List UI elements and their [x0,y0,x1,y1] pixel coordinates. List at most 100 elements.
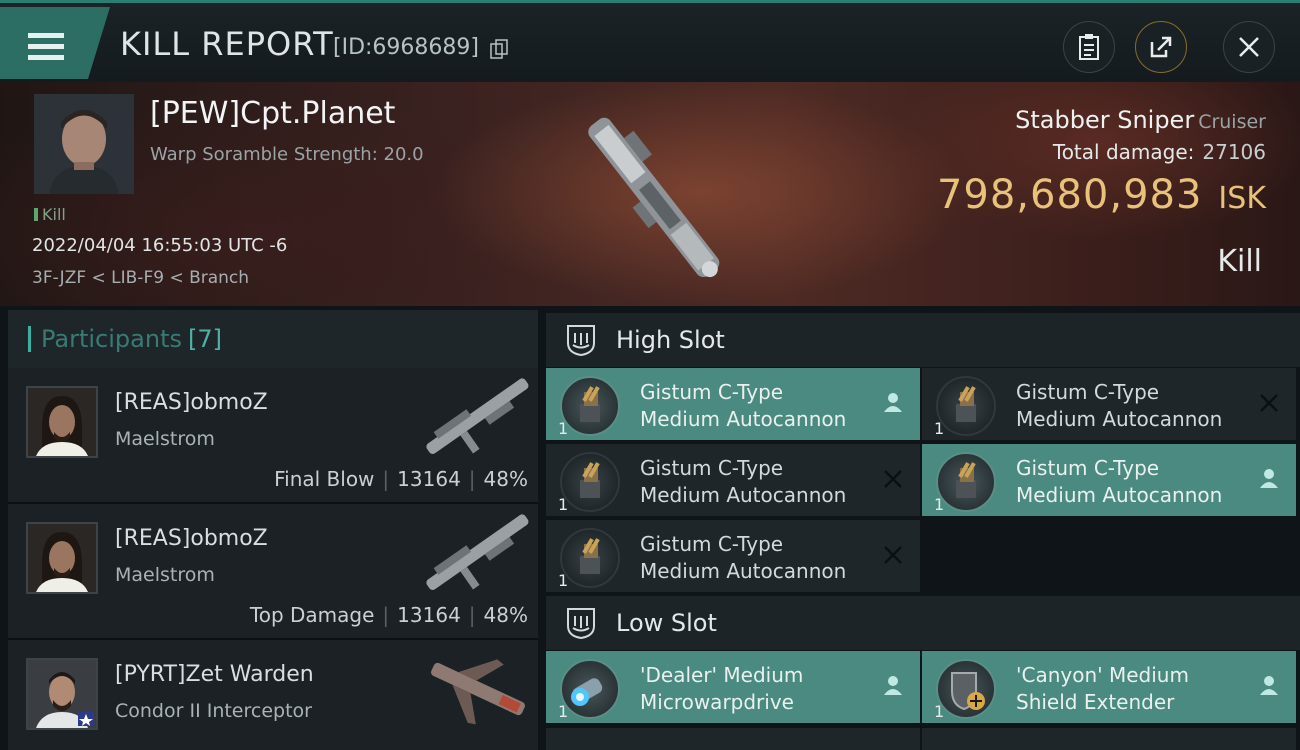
participant-row[interactable]: [REAS]obmoZ Maelstrom Top Damage | 13164 | 4… [8,504,538,640]
result-label: Kill [1217,244,1262,279]
report-id: [ID:6968689] [333,35,479,60]
avatar[interactable] [26,522,98,594]
participants-count: [7] [187,325,222,353]
module-quantity: 1 [934,419,945,438]
menu-button[interactable] [0,7,110,79]
module-quantity: 1 [558,702,569,721]
module-name: Gistum C-Type [1016,380,1160,404]
module-icon [936,659,996,719]
victim-subtitle: Warp Soramble Strength: 20.0 [150,144,424,165]
page-title: KILL REPORT [120,25,334,63]
module-icon [560,376,620,436]
copy-icon[interactable] [490,39,508,59]
participant-stats: Top Damage | 13164 | 48% [249,603,528,627]
module-name: Gistum C-Type [640,456,784,480]
participant-role: Final Blow [274,467,375,491]
participant-ship: Condor II Interceptor [115,700,312,722]
participant-percent: 48% [483,467,528,491]
kill-datetime: 2022/04/04 16:55:03 UTC -6 [32,235,288,256]
module-type: Microwarpdrive [640,690,794,714]
high-slot-header: High Slot [546,313,1300,367]
module-tile[interactable]: 1 Gistum C-Type Medium Autocannon [546,444,920,516]
module-tile[interactable]: 1 Gistum C-Type Medium Autocannon [546,520,920,592]
module-type: Medium Autocannon [1016,407,1223,431]
module-tile[interactable]: 1 'Dealer' Medium Microwarpdrive [546,651,920,723]
avatar[interactable] [26,386,98,458]
module-icon [560,659,620,719]
module-name: 'Dealer' Medium [640,663,804,687]
module-name: Gistum C-Type [640,380,784,404]
hamburger-icon[interactable] [28,33,64,61]
x-icon [884,546,902,564]
share-icon [1150,36,1172,58]
module-icon [560,452,620,512]
victim-name[interactable]: [PEW]Cpt.Planet [150,96,395,131]
module-quantity: 1 [934,702,945,721]
participant-name[interactable]: [REAS]obmoZ [115,526,268,551]
module-quantity: 1 [934,495,945,514]
participant-percent: 48% [483,603,528,627]
module-tile[interactable]: 1 Gistum C-Type Medium Autocannon [922,368,1296,440]
victim-ship[interactable]: Stabber Sniper Cruiser [1015,106,1266,134]
module-quantity: 1 [558,419,569,438]
participant-name[interactable]: [PYRT]Zet Warden [115,662,314,687]
person-icon [1260,676,1278,695]
participant-row[interactable]: [REAS]obmoZ Maelstrom Final Blow | 13164 | 4… [8,368,538,504]
participants-panel: Participants [7] [REAS]obmoZ Maelstrom Fi… [8,310,538,750]
victim-ship-class: Cruiser [1198,111,1266,133]
participant-ship: Maelstrom [115,428,215,450]
shield-slot-icon [567,608,595,640]
participant-ship-image [426,514,529,590]
module-icon [936,376,996,436]
victim-banner: [PEW]Cpt.Planet Warp Soramble Strength: … [0,82,1300,306]
participant-ship: Maelstrom [115,564,215,586]
victim-ship-image [588,117,720,278]
x-icon [884,470,902,488]
module-tile-partial[interactable] [922,728,1296,750]
person-icon [1260,469,1278,488]
kill-tag: Kill [34,205,66,224]
module-tile[interactable]: 1 Gistum C-Type Medium Autocannon [922,444,1296,516]
participant-name[interactable]: [REAS]obmoZ [115,390,268,415]
shield-slot-icon [567,325,595,357]
victim-ship-name: Stabber Sniper [1015,106,1195,134]
module-type: Medium Autocannon [640,407,847,431]
kill-location[interactable]: 3F-JZF < LIB-F9 < Branch [32,268,249,288]
module-name: Gistum C-Type [640,532,784,556]
participant-ship-image [426,378,529,454]
person-icon [884,676,902,695]
isk-unit: ISK [1218,181,1266,216]
module-type: Shield Extender [1016,690,1175,714]
module-tile[interactable]: 1 'Canyon' Medium Shield Extender [922,651,1296,723]
module-tile[interactable]: 1 Gistum C-Type Medium Autocannon [546,368,920,440]
participant-ship-image [431,659,525,725]
total-damage-value: 27106 [1202,140,1266,164]
low-slot-title: Low Slot [616,609,717,637]
clipboard-icon [1079,34,1099,60]
participants-header: Participants [7] [8,310,538,368]
module-quantity: 1 [558,571,569,590]
x-icon [1260,394,1278,412]
close-button[interactable] [1223,21,1275,73]
header-bar: KILL REPORT [ID:6968689] [0,0,1300,82]
module-type: Medium Autocannon [1016,483,1223,507]
victim-portrait[interactable] [34,94,134,194]
module-name: Gistum C-Type [1016,456,1160,480]
avatar[interactable] [26,658,98,730]
module-icon [560,528,620,588]
module-tile-partial[interactable] [546,728,920,750]
participant-damage: 13164 [397,467,461,491]
module-type: Medium Autocannon [640,483,847,507]
total-damage: Total damage: 27106 [1053,140,1266,164]
close-icon [1239,37,1259,57]
module-quantity: 1 [558,495,569,514]
total-damage-label: Total damage: [1052,140,1195,164]
module-name: 'Canyon' Medium [1016,663,1189,687]
participant-stats: Final Blow | 13164 | 48% [274,467,528,491]
isk-value-row: 798,680,983 ISK [937,172,1266,218]
clipboard-button[interactable] [1063,21,1115,73]
participant-row[interactable]: [PYRT]Zet Warden Condor II Interceptor [8,640,538,750]
share-button[interactable] [1135,21,1187,73]
low-slot-header: Low Slot [546,596,1300,650]
participant-damage: 13164 [397,603,461,627]
